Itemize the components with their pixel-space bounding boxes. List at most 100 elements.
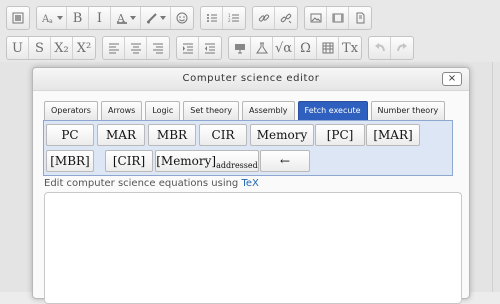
symbol-button[interactable]: PC [46, 124, 94, 146]
undo-button[interactable] [369, 37, 392, 59]
strikethrough-button-label: S [35, 40, 44, 56]
symbol-button[interactable]: [Memory]addressed [155, 150, 259, 172]
tab-logic[interactable]: Logic [145, 101, 181, 120]
superscript-button-label: X² [76, 40, 92, 56]
tex-link[interactable]: TeX [241, 178, 258, 189]
symbol-button[interactable]: CIR [199, 124, 247, 146]
symbol-button[interactable]: MAR [97, 124, 145, 146]
symbol-label: MBR [156, 128, 188, 142]
image-icon [310, 12, 322, 24]
italic-button-label: I [96, 10, 103, 26]
align-right-icon [152, 42, 164, 54]
indent-icon [182, 42, 194, 54]
bold-button-label: B [72, 10, 83, 26]
symbol-button[interactable]: Memory [250, 124, 314, 146]
screen-icon [234, 42, 246, 54]
tab-number-theory[interactable]: Number theory [370, 101, 446, 120]
toolbar-group: Aa BI A [36, 6, 194, 30]
equation-textarea[interactable] [44, 192, 462, 304]
symbol-button[interactable]: [MBR] [46, 150, 94, 172]
symbol-button[interactable]: [PC] [315, 124, 365, 146]
screen-button[interactable] [229, 37, 251, 59]
link-icon [258, 12, 270, 24]
indent-button[interactable] [177, 37, 199, 59]
symbol-palette: PC MAR MBR CIR Memory [PC] [MAR] [MBR] [CIR] [Mem… [43, 120, 453, 176]
font-color-icon: Aa [41, 12, 55, 24]
symbol-label: MAR [106, 128, 136, 142]
symbol-label: [MAR] [373, 128, 413, 142]
smiley-button[interactable] [171, 7, 193, 29]
show-blocks-button[interactable] [7, 7, 29, 29]
unlink-icon [280, 12, 292, 24]
tab-arrows[interactable]: Arrows [100, 101, 143, 120]
symbol-button[interactable]: ← [260, 150, 310, 172]
bullet-list-button[interactable] [201, 7, 223, 29]
bold-button[interactable]: B [67, 7, 89, 29]
symbol-button[interactable]: [CIR] [105, 150, 153, 172]
category-tabs: Operators Arrows Logic Set theory Assembly Fe… [44, 101, 448, 120]
align-left-button[interactable] [103, 37, 125, 59]
table-button[interactable] [317, 37, 340, 59]
italic-button[interactable]: I [89, 7, 111, 29]
computer-science-editor-dialog: Computer science editor × Operators Arrow… [32, 67, 470, 304]
toolbar-group [176, 36, 222, 60]
tab-fetch-execute[interactable]: Fetch execute [297, 101, 368, 120]
file-button[interactable] [349, 7, 371, 29]
chevron-down-icon [159, 15, 166, 21]
svg-text:a: a [49, 18, 53, 24]
symbol-button[interactable]: [MAR] [366, 124, 420, 146]
outdent-button[interactable] [199, 37, 221, 59]
page-scrollbar[interactable] [492, 62, 500, 292]
superscript-button[interactable]: X² [73, 37, 95, 59]
flask-icon [255, 42, 268, 54]
media-button[interactable] [327, 7, 349, 29]
tab-assembly[interactable]: Assembly [241, 101, 295, 120]
strikethrough-button[interactable]: S [29, 37, 51, 59]
table-icon [322, 42, 334, 54]
symbol-label: [MBR] [50, 154, 90, 168]
redo-icon [396, 42, 408, 54]
image-button[interactable] [305, 7, 327, 29]
align-center-button[interactable] [125, 37, 147, 59]
toolbar-row-1: Aa BI A 12 [6, 6, 378, 30]
undo-icon [374, 42, 386, 54]
clear-format-button[interactable]: Tx [339, 37, 361, 59]
toolbar-group: 12 [200, 6, 246, 30]
font-color-button[interactable]: Aa [37, 7, 67, 29]
symbol-label: [Memory] [156, 154, 217, 168]
special-char-button[interactable]: Ω [295, 37, 318, 59]
media-icon [332, 12, 344, 24]
editor-toolbar: Aa BI A 12 U S X₂ X² √α Ω Tx [0, 0, 500, 62]
link-button[interactable] [253, 7, 275, 29]
align-left-icon [108, 42, 120, 54]
equation-button-label: √α [275, 40, 293, 56]
file-icon [354, 12, 366, 24]
svg-text:2: 2 [228, 18, 231, 23]
numbered-list-button[interactable]: 12 [223, 7, 245, 29]
paint-brush-button[interactable] [141, 7, 171, 29]
unlink-button[interactable] [275, 7, 297, 29]
bullet-list-icon [206, 12, 218, 24]
toolbar-row-2: U S X₂ X² √α Ω Tx [6, 36, 420, 60]
close-button[interactable]: × [442, 72, 462, 86]
symbol-button[interactable]: MBR [148, 124, 196, 146]
tab-operators[interactable]: Operators [44, 101, 98, 120]
helper-text: Edit computer science equations using Te… [44, 178, 259, 189]
toolbar-group [304, 6, 372, 30]
tab-set-theory[interactable]: Set theory [183, 101, 239, 120]
subscript-button[interactable]: X₂ [51, 37, 73, 59]
toolbar-group [6, 6, 30, 30]
equation-button[interactable]: √α [273, 37, 296, 59]
underline-button-label: U [12, 40, 23, 56]
text-color-icon: A [116, 12, 128, 24]
flask-button[interactable] [251, 37, 273, 59]
toolbar-group [252, 6, 298, 30]
align-right-button[interactable] [147, 37, 169, 59]
symbol-label: CIR [211, 128, 235, 142]
underline-button[interactable]: U [7, 37, 29, 59]
toolbar-group [368, 36, 415, 60]
redo-button[interactable] [391, 37, 413, 59]
smiley-icon [176, 12, 188, 24]
text-color-button[interactable]: A [111, 7, 141, 29]
show-blocks-icon [12, 12, 24, 24]
